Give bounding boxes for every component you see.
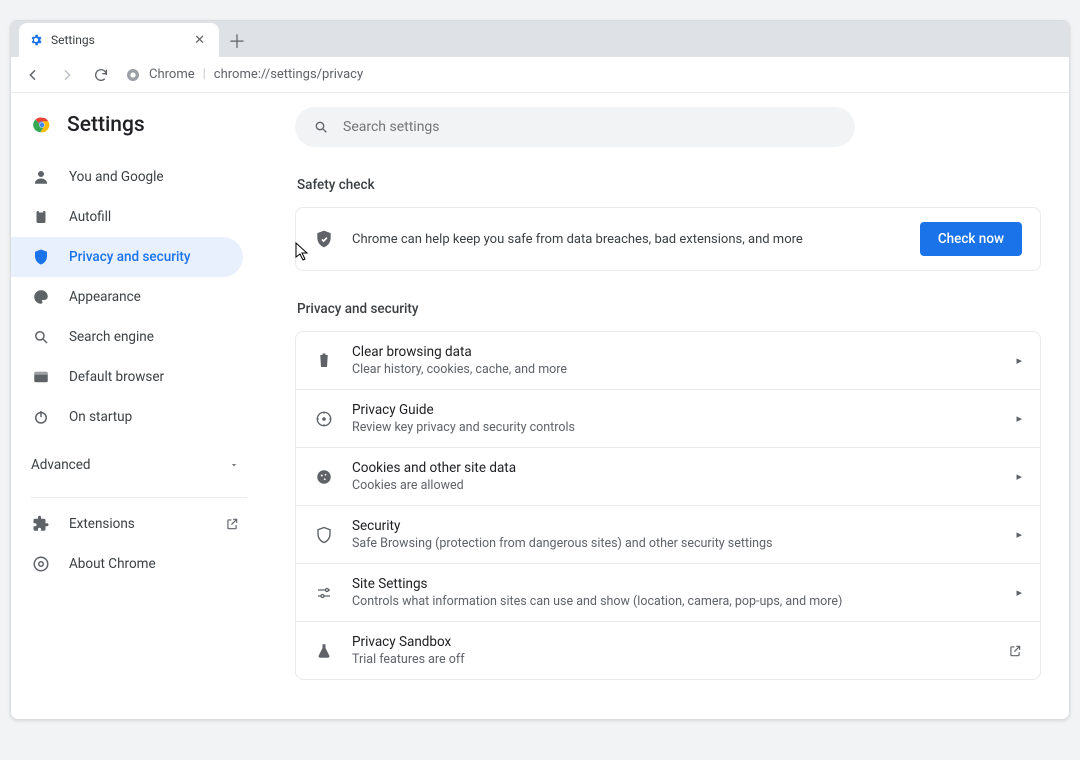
sidebar-divider xyxy=(31,497,247,498)
site-info-icon[interactable] xyxy=(125,67,141,83)
back-button[interactable] xyxy=(19,61,47,89)
row-subtitle: Review key privacy and security controls xyxy=(352,420,998,435)
row-privacy-guide[interactable]: Privacy Guide Review key privacy and sec… xyxy=(296,389,1040,447)
sidebar-item-autofill[interactable]: Autofill xyxy=(11,197,243,237)
sidebar-item-on-startup[interactable]: On startup xyxy=(11,397,243,437)
tab-strip: Settings ✕ ＋ xyxy=(11,21,1069,57)
row-subtitle: Safe Browsing (protection from dangerous… xyxy=(352,536,998,551)
chevron-right-icon: ▸ xyxy=(1016,586,1022,599)
reload-button[interactable] xyxy=(87,61,115,89)
safety-check-text: Chrome can help keep you safe from data … xyxy=(352,232,902,247)
browser-window-icon xyxy=(31,368,51,386)
row-title: Security xyxy=(352,518,998,534)
flask-icon xyxy=(314,642,334,660)
chrome-outline-icon xyxy=(31,555,51,573)
row-cookies[interactable]: Cookies and other site data Cookies are … xyxy=(296,447,1040,505)
omnibox-url: chrome://settings/privacy xyxy=(214,67,363,82)
shield-check-icon xyxy=(314,229,334,249)
compass-icon xyxy=(314,410,334,428)
chevron-right-icon: ▸ xyxy=(1016,354,1022,367)
clipboard-icon xyxy=(31,208,51,226)
settings-search[interactable] xyxy=(295,107,855,147)
search-icon xyxy=(313,119,329,135)
sidebar-item-extensions[interactable]: Extensions xyxy=(11,504,267,544)
sidebar-item-label: Privacy and security xyxy=(69,249,191,265)
sidebar-item-privacy-security[interactable]: Privacy and security xyxy=(11,237,243,277)
row-subtitle: Clear history, cookies, cache, and more xyxy=(352,362,998,377)
browser-toolbar: Chrome | chrome://settings/privacy xyxy=(11,57,1069,93)
sidebar-advanced-toggle[interactable]: Advanced xyxy=(11,445,267,485)
settings-main: Safety check Chrome can help keep you sa… xyxy=(267,93,1069,719)
row-privacy-sandbox[interactable]: Privacy Sandbox Trial features are off xyxy=(296,621,1040,679)
row-title: Site Settings xyxy=(352,576,998,592)
row-clear-browsing-data[interactable]: Clear browsing data Clear history, cooki… xyxy=(296,332,1040,389)
settings-search-input[interactable] xyxy=(343,119,837,135)
shield-outline-icon xyxy=(314,526,334,544)
row-security[interactable]: Security Safe Browsing (protection from … xyxy=(296,505,1040,563)
sliders-icon xyxy=(314,584,334,602)
chevron-right-icon: ▸ xyxy=(1016,412,1022,425)
new-tab-button[interactable]: ＋ xyxy=(223,27,251,55)
sidebar-item-label: Search engine xyxy=(69,329,154,345)
tab-close-button[interactable]: ✕ xyxy=(190,31,209,50)
person-icon xyxy=(31,168,51,186)
sidebar-item-about-chrome[interactable]: About Chrome xyxy=(11,544,267,584)
address-bar[interactable]: Chrome | chrome://settings/privacy xyxy=(125,61,363,89)
sidebar-item-label: You and Google xyxy=(69,169,164,185)
sidebar-item-label: Default browser xyxy=(69,369,164,385)
row-title: Cookies and other site data xyxy=(352,460,998,476)
omnibox-origin: Chrome xyxy=(149,67,195,82)
advanced-label: Advanced xyxy=(31,457,91,473)
check-now-button[interactable]: Check now xyxy=(920,222,1022,256)
sidebar-item-label: Appearance xyxy=(69,289,141,305)
row-title: Clear browsing data xyxy=(352,344,998,360)
power-icon xyxy=(31,408,51,426)
row-title: Privacy Sandbox xyxy=(352,634,990,650)
row-subtitle: Trial features are off xyxy=(352,652,990,667)
open-external-icon xyxy=(225,517,239,531)
safety-check-card: Chrome can help keep you safe from data … xyxy=(295,207,1041,271)
shield-icon xyxy=(31,248,51,266)
sidebar-item-default-browser[interactable]: Default browser xyxy=(11,357,243,397)
settings-title: Settings xyxy=(67,113,145,137)
chevron-right-icon: ▸ xyxy=(1016,528,1022,541)
sidebar-item-search-engine[interactable]: Search engine xyxy=(11,317,243,357)
cookie-icon xyxy=(314,468,334,486)
extensions-label: Extensions xyxy=(69,516,135,532)
search-icon xyxy=(31,328,51,346)
settings-brand: Settings xyxy=(11,109,267,157)
tab-title: Settings xyxy=(51,33,95,47)
row-site-settings[interactable]: Site Settings Controls what information … xyxy=(296,563,1040,621)
trash-icon xyxy=(314,352,334,370)
about-chrome-label: About Chrome xyxy=(69,556,156,572)
gear-icon xyxy=(29,33,43,47)
forward-button[interactable] xyxy=(53,61,81,89)
sidebar-item-label: On startup xyxy=(69,409,132,425)
sidebar-item-label: Autofill xyxy=(69,209,111,225)
browser-tab-settings[interactable]: Settings ✕ xyxy=(19,23,219,57)
row-subtitle: Controls what information sites can use … xyxy=(352,594,998,609)
sidebar-item-appearance[interactable]: Appearance xyxy=(11,277,243,317)
row-subtitle: Cookies are allowed xyxy=(352,478,998,493)
settings-sidebar: Settings You and Google Autofill Privacy… xyxy=(11,93,267,719)
chevron-down-icon xyxy=(229,460,239,470)
safety-check-heading: Safety check xyxy=(297,177,1041,193)
privacy-security-heading: Privacy and security xyxy=(297,301,1041,317)
chevron-right-icon: ▸ xyxy=(1016,470,1022,483)
chrome-logo-icon xyxy=(31,114,53,136)
palette-icon xyxy=(31,288,51,306)
puzzle-icon xyxy=(31,515,51,533)
row-title: Privacy Guide xyxy=(352,402,998,418)
privacy-security-list: Clear browsing data Clear history, cooki… xyxy=(295,331,1041,680)
sidebar-item-you-and-google[interactable]: You and Google xyxy=(11,157,243,197)
open-external-icon xyxy=(1008,644,1022,658)
